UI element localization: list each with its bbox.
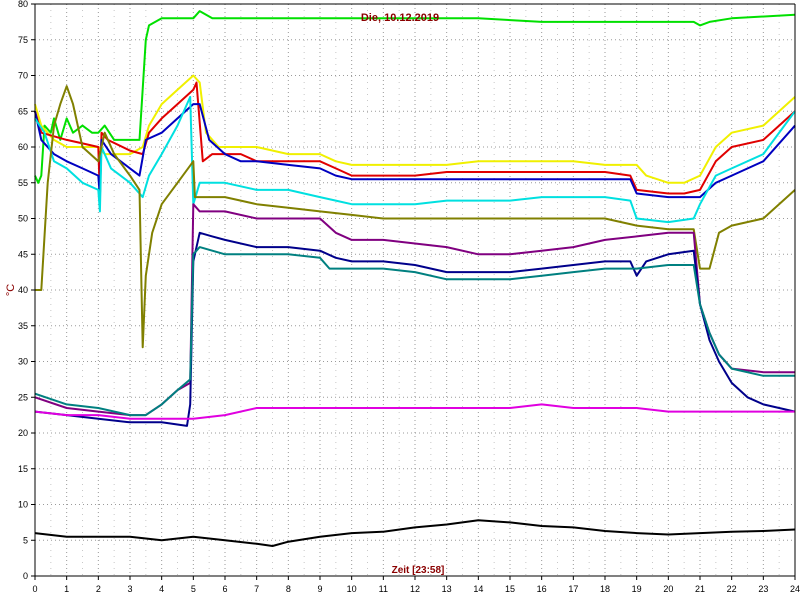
x-tick-label: 9: [317, 584, 322, 594]
y-tick-label: 45: [18, 249, 28, 259]
y-tick-label: 20: [18, 428, 28, 438]
chart-title: Die, 10.12.2019: [361, 12, 439, 24]
y-tick-label: 30: [18, 357, 28, 367]
chart-svg: 0 1 2 3 4 5 6 7 8 9 10 11 12 13 14 15 16 17 18 19 20 21 22 23 24…: [0, 0, 800, 600]
temperature-chart: 0 1 2 3 4 5 6 7 8 9 10 11 12 13 14 15 16 17 18 19 20 21 22 23 24…: [0, 0, 800, 600]
x-tick-label: 8: [286, 584, 291, 594]
x-tick-label: 23: [758, 584, 768, 594]
x-tick-label: 2: [96, 584, 101, 594]
y-tick-label: 70: [18, 71, 28, 81]
y-tick-label: 55: [18, 178, 28, 188]
x-axis-label: Zeit [23:58]: [392, 565, 445, 576]
x-tick-label: 19: [632, 584, 642, 594]
y-tick-label: 5: [23, 535, 28, 545]
x-tick-label: 15: [505, 584, 515, 594]
y-tick-label: 0: [23, 571, 28, 581]
x-tick-label: 18: [600, 584, 610, 594]
x-tick-label: 22: [727, 584, 737, 594]
x-tick-label: 21: [695, 584, 705, 594]
x-tick-label: 11: [379, 584, 388, 594]
x-tick-label: 7: [254, 584, 259, 594]
x-tick-label: 17: [568, 584, 578, 594]
y-tick-label: 75: [18, 35, 28, 45]
x-tick-label: 24: [790, 584, 800, 594]
y-tick-label: 15: [18, 464, 28, 474]
y-tick-label: 40: [18, 285, 28, 295]
y-tick-label: 35: [18, 321, 28, 331]
x-tick-label: 1: [64, 584, 69, 594]
y-tick-label: 65: [18, 106, 28, 116]
x-tick-label: 13: [442, 584, 452, 594]
x-tick-label: 4: [159, 584, 164, 594]
y-tick-label: 50: [18, 214, 28, 224]
x-tick-label: 6: [222, 584, 227, 594]
y-tick-label: 25: [18, 392, 28, 402]
x-tick-label: 12: [410, 584, 420, 594]
y-tick-label: 60: [18, 142, 28, 152]
x-tick-label: 10: [347, 584, 357, 594]
x-tick-label: 20: [663, 584, 673, 594]
x-tick-label: 5: [191, 584, 196, 594]
y-axis-label: °C: [5, 284, 17, 296]
chart-background: [0, 0, 800, 600]
x-tick-label: 0: [32, 584, 37, 594]
x-tick-label: 16: [537, 584, 547, 594]
y-tick-label: 80: [18, 0, 28, 9]
x-tick-label: 3: [127, 584, 132, 594]
y-tick-label: 10: [18, 500, 28, 510]
x-tick-label: 14: [473, 584, 483, 594]
